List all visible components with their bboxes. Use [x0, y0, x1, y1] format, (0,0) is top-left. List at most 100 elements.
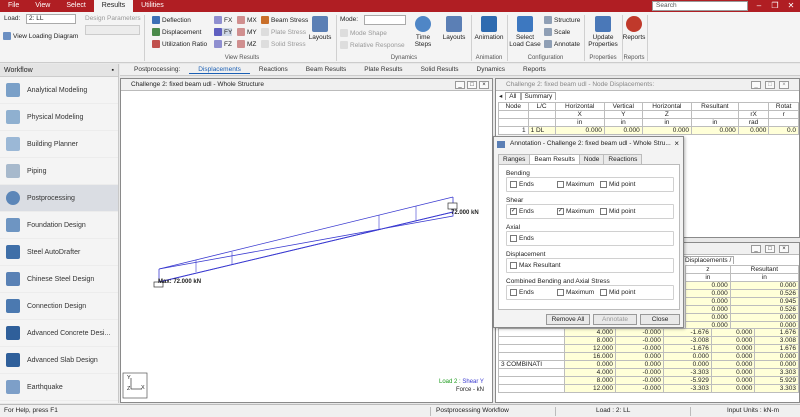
- time-steps-button[interactable]: Time Steps: [408, 16, 438, 48]
- max-resultant-checkbox[interactable]: Max Resultant: [510, 262, 561, 269]
- my-button[interactable]: MY: [237, 28, 257, 36]
- close-button[interactable]: Close: [640, 314, 680, 325]
- axial-ends-checkbox[interactable]: Ends: [510, 235, 534, 242]
- close-icon[interactable]: ×: [779, 81, 789, 89]
- combined-midpoint-checkbox[interactable]: Mid point: [600, 289, 635, 296]
- minimize-icon[interactable]: _: [455, 81, 465, 89]
- fz-button[interactable]: FZ: [214, 40, 232, 48]
- tab-solid-results[interactable]: Solid Results: [412, 66, 468, 73]
- shear-midpoint-checkbox[interactable]: Mid point: [600, 208, 635, 215]
- workflow-item-earthquake[interactable]: Earthquake: [0, 374, 118, 401]
- animation-button[interactable]: Animation: [473, 16, 505, 41]
- structure-viewport[interactable]: [121, 91, 492, 402]
- close-icon[interactable]: ×: [674, 137, 679, 151]
- table-row[interactable]: 0.000 0.526: [685, 289, 800, 298]
- minimize-icon[interactable]: _: [751, 81, 761, 89]
- menu-utilities[interactable]: Utilities: [133, 0, 172, 12]
- workflow-item-advanced-slab-design[interactable]: Advanced Slab Design: [0, 347, 118, 374]
- table-row[interactable]: 0.000 0.945: [685, 297, 800, 306]
- table-row[interactable]: 0.000 0.526: [685, 305, 800, 314]
- layouts-button[interactable]: Layouts: [307, 16, 333, 41]
- tab-node[interactable]: Node: [578, 154, 605, 164]
- maximize-icon[interactable]: □: [467, 81, 477, 89]
- scale-button[interactable]: Scale: [544, 28, 570, 36]
- deflection-button[interactable]: Deflection: [152, 16, 191, 24]
- close-icon[interactable]: ✕: [784, 0, 798, 12]
- tab-reactions[interactable]: Reactions: [250, 66, 297, 73]
- table-row[interactable]: 3 COMBINATI 0.000 0.000 0.000 0.000 0.000: [498, 360, 799, 369]
- tab-dynamics[interactable]: Dynamics: [468, 66, 515, 73]
- shear-maximum-checkbox[interactable]: ✓ Maximum: [557, 208, 594, 215]
- bending-maximum-checkbox[interactable]: Maximum: [557, 181, 594, 188]
- table-row[interactable]: 4.000 -0.000 -1.676 0.000 1.676: [498, 328, 799, 337]
- restore-icon[interactable]: ❐: [768, 0, 782, 12]
- mx-button[interactable]: MX: [237, 16, 257, 24]
- cell: 0.000: [614, 360, 664, 369]
- tab-summary[interactable]: Summary: [520, 92, 557, 100]
- close-icon[interactable]: ×: [479, 81, 489, 89]
- shear-ends-checkbox[interactable]: ✓ Ends: [510, 208, 534, 215]
- menu-results[interactable]: Results: [93, 0, 134, 12]
- mode-combo[interactable]: [364, 15, 406, 25]
- tab-ranges[interactable]: Ranges: [498, 154, 531, 164]
- structure-button[interactable]: Structure: [544, 16, 580, 24]
- workflow-item-piping[interactable]: Piping: [0, 158, 118, 185]
- table-row[interactable]: 16.000 0.000 0.000 0.000 0.000: [498, 352, 799, 361]
- dynamics-layouts-button[interactable]: Layouts: [440, 16, 468, 41]
- beam-stress-button[interactable]: Beam Stress: [261, 16, 308, 24]
- tab-reports[interactable]: Reports: [514, 66, 555, 73]
- table-row[interactable]: 8.000 -0.000 -5.929 0.000 5.929: [498, 376, 799, 385]
- utilization-ratio-button[interactable]: Utilization Ratio: [152, 40, 207, 48]
- table-row[interactable]: 12.000 -0.000 -3.303 0.000 3.303: [498, 384, 799, 393]
- tab-displacements[interactable]: Displacements: [189, 66, 250, 74]
- remove-all-button[interactable]: Remove All: [546, 314, 590, 325]
- tab-displacements[interactable]: Displacements /: [682, 256, 735, 264]
- pin-icon[interactable]: ▪: [112, 64, 114, 77]
- maximize-icon[interactable]: □: [765, 245, 775, 253]
- menu-select[interactable]: Select: [58, 0, 93, 12]
- workflow-item-analytical-modeling[interactable]: Analytical Modeling: [0, 77, 118, 104]
- maximize-icon[interactable]: □: [765, 81, 775, 89]
- table-row[interactable]: 12.000 -0.000 -1.676 0.000 1.676: [498, 344, 799, 353]
- combined-maximum-checkbox[interactable]: Maximum: [557, 289, 594, 296]
- table-row[interactable]: 0.000 0.000: [685, 281, 800, 290]
- workflow-item-steel-autodrafter[interactable]: Steel AutoDrafter: [0, 239, 118, 266]
- tab-reactions[interactable]: Reactions: [603, 154, 643, 164]
- bending-ends-checkbox[interactable]: Ends: [510, 181, 534, 188]
- tab-beam-results[interactable]: Beam Results: [529, 154, 580, 164]
- table-row[interactable]: 4.000 -0.000 -3.303 0.000 3.303: [498, 368, 799, 377]
- search-input[interactable]: Search: [652, 1, 748, 11]
- mz-button[interactable]: MZ: [237, 40, 256, 48]
- workflow-item-chinese-steel-design[interactable]: Chinese Steel Design: [0, 266, 118, 293]
- fy-button[interactable]: FY: [214, 28, 233, 36]
- select-load-case-button[interactable]: Select Load Case: [508, 16, 542, 48]
- table-row[interactable]: 1 1 DL 0.000 0.000 0.000 0.000 0.000 0.0: [498, 126, 799, 135]
- minimize-icon[interactable]: –: [752, 0, 766, 12]
- combined-ends-checkbox[interactable]: Ends: [510, 289, 534, 296]
- workflow-item-physical-modeling[interactable]: Physical Modeling: [0, 104, 118, 131]
- workflow-item-building-planner[interactable]: Building Planner: [0, 131, 118, 158]
- view-loading-diagram-button[interactable]: View Loading Diagram: [3, 32, 78, 40]
- workflow-item-foundation-design[interactable]: Foundation Design: [0, 212, 118, 239]
- reports-button[interactable]: Reports: [623, 16, 645, 41]
- cell: 1.676: [754, 328, 799, 337]
- close-icon[interactable]: ×: [779, 245, 789, 253]
- load-combo[interactable]: 2: LL: [26, 14, 76, 24]
- minimize-icon[interactable]: _: [751, 245, 761, 253]
- workflow-item-advanced-concrete-design[interactable]: Advanced Concrete Desi...: [0, 320, 118, 347]
- table-row[interactable]: 0.000 0.000: [685, 313, 800, 322]
- tab-left-arrow-icon[interactable]: ◂: [496, 92, 505, 100]
- tab-beam-results[interactable]: Beam Results: [297, 66, 355, 73]
- annotate-button[interactable]: Annotate: [544, 40, 580, 48]
- tab-plate-results[interactable]: Plate Results: [355, 66, 411, 73]
- fx-button[interactable]: FX: [214, 16, 232, 24]
- displacement-button[interactable]: Displacement: [152, 28, 201, 36]
- tab-all[interactable]: All: [505, 92, 521, 100]
- menu-file[interactable]: File: [0, 0, 27, 12]
- bending-midpoint-checkbox[interactable]: Mid point: [600, 181, 635, 188]
- workflow-item-connection-design[interactable]: Connection Design: [0, 293, 118, 320]
- workflow-item-postprocessing[interactable]: Postprocessing: [0, 185, 118, 212]
- update-properties-button[interactable]: Update Properties: [586, 16, 620, 48]
- menu-view[interactable]: View: [27, 0, 58, 12]
- table-row[interactable]: 8.000 -0.000 -3.008 0.000 3.008: [498, 336, 799, 345]
